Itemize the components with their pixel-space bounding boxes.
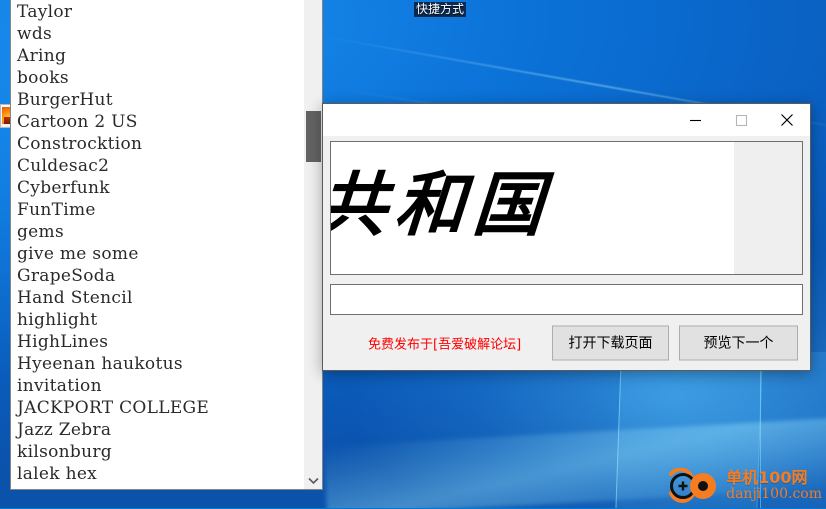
list-item[interactable]: Jazz Zebra [17, 419, 304, 441]
list-item[interactable]: wds [17, 23, 304, 45]
sample-text-field[interactable] [330, 284, 803, 315]
dialog-body: 共和国 免费发布于[吾爱破解论坛] 打开下载页面 预览下一个 [323, 136, 810, 370]
list-item[interactable]: invitation [17, 375, 304, 397]
list-item[interactable]: JACKPORT COLLEGE [17, 397, 304, 419]
preview-next-button[interactable]: 预览下一个 [679, 325, 798, 360]
list-item[interactable]: FunTime [17, 199, 304, 221]
maximize-button[interactable] [718, 104, 764, 136]
list-item[interactable]: Cartoon 2 US [17, 111, 304, 133]
font-list-items[interactable]: Taylor wds Aring books BurgerHut Cartoon… [11, 0, 304, 489]
watermark-cn-text: 单机100网 [726, 468, 808, 488]
scrollbar-thumb[interactable] [306, 111, 321, 162]
desktop-shortcut-label: 快捷方式 [413, 2, 466, 17]
list-item[interactable]: Aring [17, 45, 304, 67]
close-button[interactable] [764, 104, 810, 136]
minimize-button[interactable] [672, 104, 718, 136]
preview-canvas-empty-pane [734, 142, 802, 274]
dialog-titlebar[interactable] [323, 104, 810, 136]
preview-sample-text: 共和国 [330, 163, 554, 246]
list-item[interactable]: Hyeenan haukotus [17, 353, 304, 375]
font-preview-canvas: 共和国 [330, 141, 803, 275]
font-preview-dialog: 共和国 免费发布于[吾爱破解论坛] 打开下载页面 预览下一个 [322, 103, 811, 371]
list-item[interactable]: books [17, 67, 304, 89]
watermark-logo-icon [664, 467, 722, 504]
list-item[interactable]: give me some [17, 243, 304, 265]
open-download-page-button[interactable]: 打开下载页面 [552, 325, 669, 360]
close-icon [781, 114, 793, 126]
list-item[interactable]: GrapeSoda [17, 265, 304, 287]
list-item[interactable]: Culdesac2 [17, 155, 304, 177]
promo-text: 免费发布于[吾爱破解论坛] [368, 337, 522, 352]
font-family-listbox[interactable]: Taylor wds Aring books BurgerHut Cartoon… [10, 0, 323, 490]
list-item[interactable]: highlight [17, 309, 304, 331]
site-watermark: 单机100网 danji100.com [664, 467, 822, 504]
desktop-shortcut-icon[interactable]: 快捷方式 [404, 0, 476, 18]
list-item[interactable]: Cyberfunk [17, 177, 304, 199]
watermark-en-text: danji100.com [726, 486, 822, 503]
chevron-down-icon[interactable] [305, 472, 322, 489]
list-item[interactable]: Taylor [17, 1, 304, 23]
list-item[interactable]: kilsonburg [17, 441, 304, 463]
list-item[interactable]: Hand Stencil [17, 287, 304, 309]
dialog-footer: 免费发布于[吾爱破解论坛] 打开下载页面 预览下一个 [330, 315, 803, 370]
watermark-text: 单机100网 danji100.com [726, 468, 822, 503]
list-item[interactable]: BurgerHut [17, 89, 304, 111]
list-item[interactable]: Constrocktion [17, 133, 304, 155]
minimize-icon [689, 119, 701, 121]
list-item[interactable]: lalek hex [17, 463, 304, 485]
sample-text-input[interactable] [336, 291, 797, 308]
maximize-icon [735, 114, 747, 126]
list-item[interactable]: HighLines [17, 331, 304, 353]
font-list-scrollbar[interactable] [304, 0, 322, 489]
list-item[interactable]: gems [17, 221, 304, 243]
